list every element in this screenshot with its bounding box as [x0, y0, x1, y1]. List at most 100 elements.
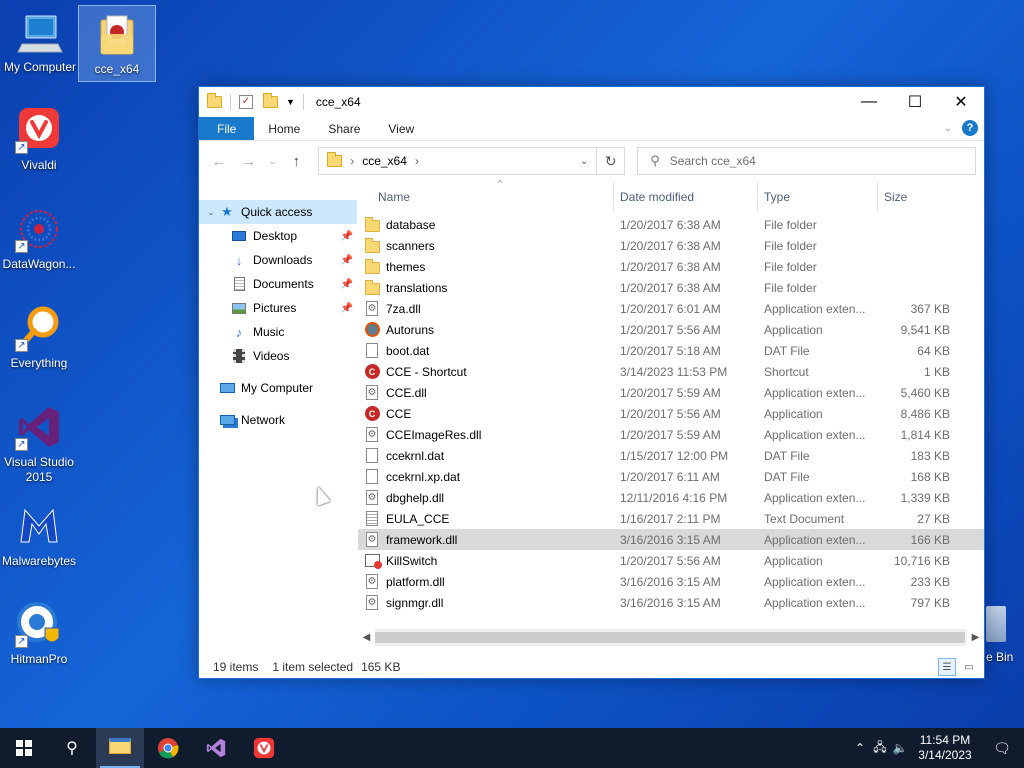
new-folder-icon[interactable] [263, 93, 278, 108]
file-row[interactable]: boot.dat 1/20/2017 5:18 AM DAT File 64 KB [358, 340, 984, 361]
file-row[interactable]: dbghelp.dll 12/11/2016 4:16 PM Application… [358, 487, 984, 508]
desktop-icon-vivaldi[interactable]: ↗ Vivaldi [1, 106, 77, 173]
desktop-icon-recycle-bin[interactable]: e Bin [986, 606, 1024, 664]
notifications-icon[interactable]: 🗨 [980, 728, 1024, 768]
help-icon[interactable]: ? [962, 120, 978, 136]
tab-share[interactable]: Share [314, 117, 374, 140]
title-bar[interactable]: ✓ ▼ cce_x64 — ☐ ✕ [199, 87, 984, 117]
show-hidden-icons-chevron-icon[interactable]: ⌃ [850, 741, 870, 755]
file-row[interactable]: translations 1/20/2017 6:38 AM File folder [358, 277, 984, 298]
explorer-window[interactable]: ✓ ▼ cce_x64 — ☐ ✕ File Home Share View ⌄… [198, 86, 985, 679]
taskbar-vivaldi[interactable] [240, 728, 288, 768]
column-header-name[interactable]: Name [358, 182, 614, 212]
properties-checkbox-icon[interactable]: ✓ [239, 95, 253, 109]
volume-icon[interactable]: 🔈 [890, 741, 910, 755]
search-input[interactable] [669, 154, 930, 168]
file-row[interactable]: KillSwitch 1/20/2017 5:56 AM Application 10… [358, 550, 984, 571]
file-row[interactable]: ccekrnl.xp.dat 1/20/2017 6:11 AM DAT File 1… [358, 466, 984, 487]
file-name: EULA_CCE [386, 511, 450, 526]
file-row[interactable]: themes 1/20/2017 6:38 AM File folder [358, 256, 984, 277]
nav-item-network[interactable]: Network [199, 408, 357, 432]
nav-item-my-computer[interactable]: My Computer [199, 376, 357, 400]
nav-item-downloads[interactable]: ↓ Downloads 📌 [199, 248, 357, 272]
file-row[interactable]: framework.dll 3/16/2016 3:15 AM Applicatio… [358, 529, 984, 550]
status-bar: 19 items 1 item selected 165 KB ☰ ▭ [199, 656, 984, 678]
file-row[interactable]: database 1/20/2017 6:38 AM File folder [358, 214, 984, 235]
minimize-button[interactable]: — [846, 87, 892, 117]
horizontal-scrollbar[interactable]: ◀ ▶ [358, 629, 984, 646]
visual-studio-icon: ↗ [15, 403, 63, 451]
nav-item-videos[interactable]: Videos [199, 344, 357, 368]
search-icon: ⚲ [66, 740, 78, 757]
recent-locations-chevron-icon[interactable]: ⌄ [267, 149, 279, 173]
start-button[interactable] [0, 728, 48, 768]
tab-file[interactable]: File [199, 117, 255, 140]
back-arrow-icon[interactable]: ← [207, 149, 231, 173]
address-history-chevron-icon[interactable]: ⌄ [574, 148, 594, 174]
up-arrow-icon[interactable]: ↑ [284, 149, 308, 173]
nav-item-documents[interactable]: Documents 📌 [199, 272, 357, 296]
search-button[interactable]: ⚲ [48, 728, 96, 768]
ribbon-tabs: File Home Share View ⌄ ? [199, 117, 984, 141]
desktop-icon-my-computer[interactable]: My Computer [2, 8, 78, 75]
file-row[interactable]: platform.dll 3/16/2016 3:15 AM Application… [358, 571, 984, 592]
close-button[interactable]: ✕ [938, 87, 984, 117]
file-row[interactable]: CCE.dll 1/20/2017 5:59 AM Application exte… [358, 382, 984, 403]
file-row[interactable]: C CCE - Shortcut 3/14/2023 11:53 PM Shortcu… [358, 361, 984, 382]
file-row[interactable]: CCEImageRes.dll 1/20/2017 5:59 AM Applicat… [358, 424, 984, 445]
scrollbar-thumb[interactable] [375, 632, 965, 643]
file-row[interactable]: scanners 1/20/2017 6:38 AM File folder [358, 235, 984, 256]
network-icon [219, 412, 235, 428]
details-view-icon[interactable]: ☰ [938, 658, 956, 676]
refresh-icon[interactable]: ↻ [596, 148, 624, 174]
forward-arrow-icon[interactable]: → [237, 149, 261, 173]
large-icons-view-icon[interactable]: ▭ [960, 658, 978, 676]
desktop-icon-datawagon[interactable]: ↗ DataWagon... [1, 205, 77, 272]
file-size: 8,486 KB [900, 406, 950, 421]
desktop-icon-malwarebytes[interactable]: Malwarebytes [1, 502, 77, 569]
desktop-icon-everything[interactable]: ↗ Everything [1, 304, 77, 371]
tab-view[interactable]: View [374, 117, 428, 140]
pin-icon: 📌 [340, 230, 353, 242]
maximize-button[interactable]: ☐ [892, 87, 938, 117]
scroll-left-icon[interactable]: ◀ [358, 632, 375, 643]
search-box[interactable]: ⚲ [637, 147, 976, 175]
file-row[interactable]: signmgr.dll 3/16/2016 3:15 AM Application … [358, 592, 984, 613]
nav-item-pictures[interactable]: Pictures 📌 [199, 296, 357, 320]
windows-logo-icon [16, 740, 32, 756]
nav-item-desktop[interactable]: Desktop 📌 [199, 224, 357, 248]
desktop-icon-cce-x64[interactable]: cce_x64 [78, 5, 156, 82]
nav-item-quick-access[interactable]: ⌄ ★ Quick access [199, 200, 357, 224]
nav-item-label: Music [253, 325, 285, 339]
breadcrumb-item[interactable]: cce_x64 [362, 154, 407, 168]
autoruns-icon [364, 322, 380, 337]
taskbar-visual-studio[interactable] [192, 728, 240, 768]
network-icon[interactable]: 🖧 [870, 738, 890, 759]
chevron-down-icon[interactable]: ▼ [286, 97, 295, 107]
scroll-right-icon[interactable]: ▶ [967, 632, 984, 643]
folder-icon [364, 237, 380, 253]
file-date: 1/16/2017 2:11 PM [620, 511, 721, 526]
expand-chevron-icon[interactable]: ⌄ [203, 207, 219, 218]
address-bar[interactable]: › cce_x64 › ⌄ ↻ [318, 147, 626, 175]
file-row[interactable]: EULA_CCE 1/16/2017 2:11 PM Text Document 27… [358, 508, 984, 529]
file-row[interactable]: 7za.dll 1/20/2017 6:01 AM Application exte… [358, 298, 984, 319]
taskbar-file-explorer[interactable] [96, 728, 144, 768]
file-row[interactable]: Autoruns 1/20/2017 5:56 AM Application 9,54… [358, 319, 984, 340]
column-header-size[interactable]: Size [878, 182, 958, 212]
file-type: File folder [764, 280, 817, 295]
tab-home[interactable]: Home [254, 117, 314, 140]
column-header-type[interactable]: Type [758, 182, 878, 212]
nav-item-music[interactable]: ♪ Music [199, 320, 357, 344]
column-header-date[interactable]: Date modified [614, 182, 758, 212]
desktop-icon-hitmanpro[interactable]: ↗ HitmanPro [1, 600, 77, 667]
expand-ribbon-chevron-icon[interactable]: ⌄ [944, 123, 952, 134]
desktop-icon-label: e Bin [986, 650, 1014, 664]
file-row[interactable]: ccekrnl.dat 1/15/2017 12:00 PM DAT File 183… [358, 445, 984, 466]
desktop-icon-visual-studio[interactable]: ↗ Visual Studio 2015 [1, 403, 77, 485]
file-type: Application exten... [764, 301, 866, 316]
taskbar-chrome[interactable] [144, 728, 192, 768]
clock[interactable]: 11:54 PM 3/14/2023 [910, 733, 980, 763]
breadcrumb-separator-icon[interactable]: › [415, 154, 419, 168]
file-row[interactable]: C CCE 1/20/2017 5:56 AM Application 8,486 KB [358, 403, 984, 424]
